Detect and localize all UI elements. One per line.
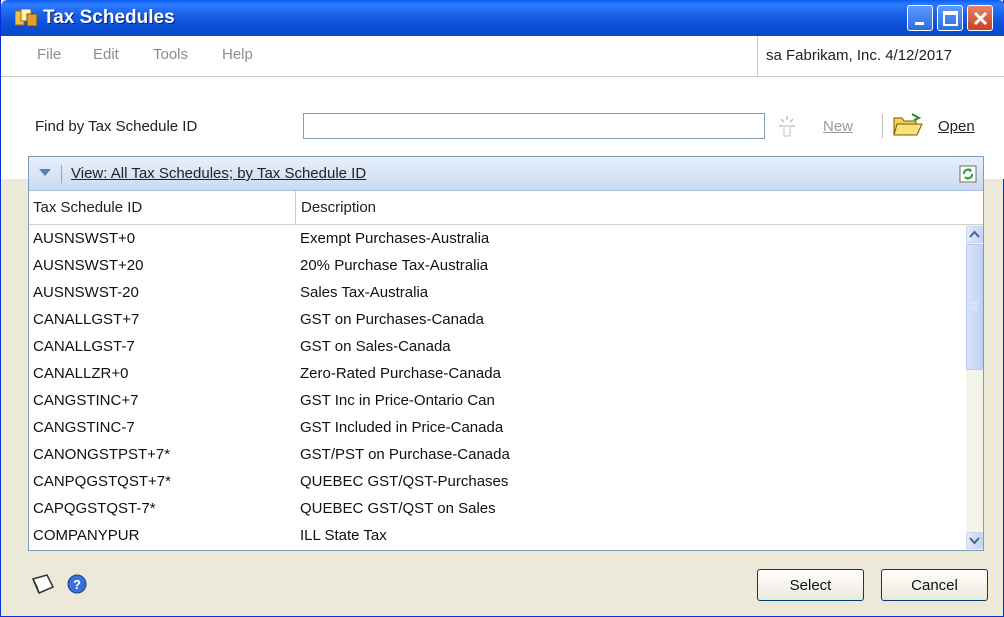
table-row[interactable]: AUSNSWST+0 Exempt Purchases-Australia bbox=[29, 225, 965, 252]
cell-id: CANALLGST+7 bbox=[33, 311, 140, 328]
table-row[interactable]: CAPQGSTQST-7* QUEBEC GST/QST on Sales bbox=[29, 495, 965, 522]
cell-id: CANONGSTPST+7* bbox=[33, 446, 171, 463]
cell-id: CANGSTINC+7 bbox=[33, 392, 139, 409]
minimize-button[interactable] bbox=[907, 5, 933, 31]
table-row[interactable]: COMPANYPUR ILL State Tax bbox=[29, 522, 965, 549]
table-row[interactable]: CANALLZR+0 Zero-Rated Purchase-Canada bbox=[29, 360, 965, 387]
help-icon[interactable]: ? bbox=[67, 574, 87, 594]
maximize-button[interactable] bbox=[937, 5, 963, 31]
table-row[interactable]: CANONGSTPST+7* GST/PST on Purchase-Canada bbox=[29, 441, 965, 468]
vertical-scrollbar[interactable] bbox=[966, 225, 983, 550]
svg-text:?: ? bbox=[73, 577, 81, 592]
cell-id: AUSNSWST+20 bbox=[33, 257, 144, 274]
tax-schedule-list: View: All Tax Schedules; by Tax Schedule… bbox=[28, 156, 984, 551]
window-title: Tax Schedules bbox=[43, 7, 175, 28]
company-date-status: sa Fabrikam, Inc. 4/12/2017 bbox=[757, 36, 1004, 76]
refresh-icon[interactable] bbox=[959, 165, 977, 183]
scroll-down-button[interactable] bbox=[966, 532, 983, 549]
cell-description: GST/PST on Purchase-Canada bbox=[300, 446, 510, 463]
cell-description: GST Inc in Price-Ontario Can bbox=[300, 392, 495, 409]
cell-description: Exempt Purchases-Australia bbox=[300, 230, 490, 247]
find-label: Find by Tax Schedule ID bbox=[35, 118, 198, 135]
minimize-icon bbox=[915, 22, 924, 25]
tax-schedules-icon bbox=[15, 9, 37, 27]
cell-description: Zero-Rated Purchase-Canada bbox=[300, 365, 501, 382]
cell-description: GST on Sales-Canada bbox=[300, 338, 451, 355]
view-divider bbox=[61, 165, 62, 183]
column-headers: Tax Schedule ID Description bbox=[29, 191, 983, 225]
toolbar-divider bbox=[882, 114, 883, 138]
chevron-down-icon[interactable] bbox=[39, 169, 51, 177]
cell-id: CANALLZR+0 bbox=[33, 365, 129, 382]
open-button[interactable]: Open bbox=[938, 118, 975, 135]
menu-tools[interactable]: Tools bbox=[153, 46, 188, 63]
table-row[interactable]: CANALLGST+7 GST on Purchases-Canada bbox=[29, 306, 965, 333]
menu-help[interactable]: Help bbox=[222, 46, 253, 63]
table-row[interactable]: CANGSTINC+7 GST Inc in Price-Ontario Can bbox=[29, 387, 965, 414]
cell-id: CANGSTINC-7 bbox=[33, 419, 135, 436]
cancel-button[interactable]: Cancel bbox=[881, 569, 988, 601]
cell-id: CANALLGST-7 bbox=[33, 338, 135, 355]
chevron-down-icon bbox=[969, 537, 980, 545]
cell-id: CANPQGSTQST+7* bbox=[33, 473, 171, 490]
note-icon[interactable] bbox=[31, 573, 55, 595]
scroll-thumb[interactable] bbox=[966, 244, 983, 370]
view-bar: View: All Tax Schedules; by Tax Schedule… bbox=[29, 157, 983, 191]
cell-id: COMPANYPUR bbox=[33, 527, 140, 544]
table-row[interactable]: CANALLGST-7 GST on Sales-Canada bbox=[29, 333, 965, 360]
menu-edit[interactable]: Edit bbox=[93, 46, 119, 63]
table-row[interactable]: AUSNSWST+20 20% Purchase Tax-Australia bbox=[29, 252, 965, 279]
table-row[interactable]: CANPQGSTQST+7* QUEBEC GST/QST-Purchases bbox=[29, 468, 965, 495]
table-row[interactable]: AUSNSWST-20 Sales Tax-Australia bbox=[29, 279, 965, 306]
tax-schedules-window: Tax Schedules File Edit Tools Help sa Fa… bbox=[0, 0, 1004, 617]
title-bar[interactable]: Tax Schedules bbox=[1, 0, 1004, 36]
select-button[interactable]: Select bbox=[757, 569, 864, 601]
find-input[interactable] bbox=[303, 113, 765, 139]
close-button[interactable] bbox=[967, 5, 993, 31]
cell-description: GST on Purchases-Canada bbox=[300, 311, 484, 328]
new-button[interactable]: New bbox=[823, 118, 853, 135]
menu-file[interactable]: File bbox=[37, 46, 61, 63]
cell-description: QUEBEC GST/QST on Sales bbox=[300, 500, 496, 517]
scroll-up-button[interactable] bbox=[966, 226, 983, 243]
grip-icon bbox=[971, 302, 978, 310]
cell-description: 20% Purchase Tax-Australia bbox=[300, 257, 489, 274]
cell-id: AUSNSWST-20 bbox=[33, 284, 139, 301]
column-header-id[interactable]: Tax Schedule ID bbox=[29, 191, 296, 224]
view-selector[interactable]: View: All Tax Schedules; by Tax Schedule… bbox=[71, 165, 366, 182]
cell-description: QUEBEC GST/QST-Purchases bbox=[300, 473, 509, 490]
cell-id: AUSNSWST+0 bbox=[33, 230, 136, 247]
cell-description: Sales Tax-Australia bbox=[300, 284, 429, 301]
rows-container: AUSNSWST+0 Exempt Purchases-Australia AUS… bbox=[29, 225, 965, 550]
cell-id: CAPQGSTQST-7* bbox=[33, 500, 156, 517]
table-row[interactable]: CANGSTINC-7 GST Included in Price-Canada bbox=[29, 414, 965, 441]
close-icon bbox=[973, 11, 988, 26]
chevron-up-icon bbox=[969, 230, 980, 238]
new-icon[interactable] bbox=[777, 114, 797, 138]
column-header-description[interactable]: Description bbox=[297, 191, 983, 224]
maximize-icon bbox=[943, 11, 958, 26]
cell-description: ILL State Tax bbox=[300, 527, 387, 544]
open-folder-icon[interactable] bbox=[892, 112, 924, 138]
cell-description: GST Included in Price-Canada bbox=[300, 419, 504, 436]
